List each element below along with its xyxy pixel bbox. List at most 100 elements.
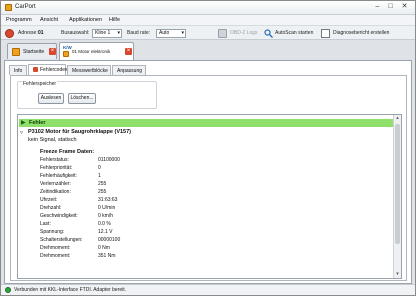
ff-value: 0 Nm bbox=[98, 245, 110, 251]
freeze-frame-row: Last: 0.0 % bbox=[40, 221, 180, 229]
tab-anpassung[interactable]: Anpassung bbox=[112, 65, 146, 75]
ff-key: Drehzahl: bbox=[40, 205, 62, 211]
ecu-icon bbox=[63, 51, 69, 57]
fehlerspeicher-label: Fehlerspeicher bbox=[22, 81, 58, 87]
ff-key: Uhrzeit: bbox=[40, 197, 58, 203]
menu-applikationen[interactable]: Applikationen bbox=[69, 17, 102, 23]
scroll-up-icon[interactable]: ▴ bbox=[394, 115, 401, 122]
main-content: Info Fehlercodes Messwertblöcke Anpassun… bbox=[4, 60, 412, 284]
menu-hilfe[interactable]: Hilfe bbox=[109, 17, 120, 23]
document-tabs: Startseite × K/W 01 Motor elektronik × bbox=[1, 41, 415, 60]
ff-value: 351 Nm bbox=[98, 253, 116, 259]
adresse-label: Adresse: bbox=[18, 30, 38, 36]
toolbar: Adresse: 01 Busauswahl: Kline 1 ▾ Baud r… bbox=[1, 25, 415, 40]
autoscan-button[interactable]: AutoScan starten bbox=[275, 30, 313, 36]
home-icon bbox=[12, 48, 20, 56]
auslesen-button[interactable]: Auslesen bbox=[38, 93, 64, 104]
ff-key: Geschwindigkeit: bbox=[40, 213, 78, 219]
ff-key: Fehlerhäufigkeit: bbox=[40, 173, 77, 179]
chevron-down-icon: ▾ bbox=[181, 30, 184, 36]
ff-value: 255 bbox=[98, 181, 107, 187]
tab-motor-elektronik[interactable]: K/W 01 Motor elektronik × bbox=[59, 42, 134, 60]
connection-ok-icon bbox=[5, 287, 11, 293]
tab-info[interactable]: Info bbox=[9, 65, 27, 75]
baudrate-value: Auto bbox=[159, 30, 170, 36]
scrollbar-thumb[interactable] bbox=[395, 124, 400, 244]
menu-ansicht[interactable]: Ansicht bbox=[40, 17, 58, 23]
freeze-frame-row: Fehlerhäufigkeit: 1 bbox=[40, 173, 180, 181]
ff-key: Verlernzähler: bbox=[40, 181, 71, 187]
menu-programm[interactable]: Programm bbox=[6, 17, 32, 23]
maximize-icon[interactable]: □ bbox=[386, 3, 395, 11]
ecu-code: K/W bbox=[63, 45, 72, 50]
ff-key: Schalterstellungen: bbox=[40, 237, 83, 243]
fault-header-label: Fehler bbox=[29, 120, 46, 126]
freeze-frame-row: Schalterstellungen: 00000100 bbox=[40, 237, 180, 245]
freeze-frame-row: Drehmoment: 0 Nm bbox=[40, 245, 180, 253]
tab-motor-label: 01 Motor elektronik bbox=[72, 49, 111, 54]
busauswahl-select[interactable]: Kline 1 ▾ bbox=[92, 29, 122, 38]
ff-value: 0 bbox=[98, 165, 101, 171]
close-tab-icon[interactable]: × bbox=[49, 48, 56, 55]
baudrate-label: Baud rate: bbox=[127, 30, 151, 36]
tab-messwertbloecke[interactable]: Messwertblöcke bbox=[67, 65, 111, 75]
scroll-down-icon[interactable]: ▾ bbox=[394, 271, 401, 278]
freeze-frame-row: Spannung: 12.1 V bbox=[40, 229, 180, 237]
adresse-value[interactable]: 01 bbox=[38, 30, 44, 36]
expand-arrow-icon[interactable]: ▶ bbox=[21, 119, 26, 127]
autoscan-icon bbox=[264, 29, 273, 38]
tab-fehlercodes[interactable]: Fehlercodes bbox=[28, 64, 68, 75]
diagnose-button[interactable]: Diagnosebericht erstellen bbox=[333, 30, 389, 36]
app-window: CarPort – □ ✕ Programm Ansicht Applikati… bbox=[0, 0, 416, 296]
ff-value: 12.1 V bbox=[98, 229, 113, 235]
fehlerspeicher-group: Fehlerspeicher Auslesen Löschen... bbox=[17, 81, 157, 109]
minimize-icon[interactable]: – bbox=[373, 3, 382, 11]
close-tab-icon[interactable]: × bbox=[125, 48, 132, 55]
obd-logs-button[interactable]: OBD-2 Logs bbox=[230, 30, 258, 36]
freeze-frame-row: Fehlerstatus: 01100000 bbox=[40, 157, 180, 165]
tab-fehlercodes-label: Fehlercodes bbox=[40, 67, 68, 73]
ff-value: 0 km/h bbox=[98, 213, 114, 219]
ff-value: 00000100 bbox=[98, 237, 121, 243]
ff-key: Drehmoment: bbox=[40, 253, 71, 259]
close-icon[interactable]: ✕ bbox=[400, 3, 409, 11]
freeze-frame-title: Freeze Frame Daten: bbox=[40, 149, 95, 155]
fault-code: P3102 Motor für Saugrohrklappe (V157) bbox=[28, 129, 131, 135]
carport-app-icon bbox=[5, 4, 12, 11]
fault-icon bbox=[33, 67, 38, 72]
fault-section-header[interactable]: ▶ Fehler bbox=[19, 119, 394, 127]
chevron-down-icon: ▾ bbox=[117, 30, 120, 36]
ff-value: 31:63:63 bbox=[98, 197, 118, 203]
ff-value: 0 U/min bbox=[98, 205, 116, 211]
freeze-frame-row: Uhrzeit: 31:63:63 bbox=[40, 197, 180, 205]
fault-list: ▶ Fehler ▿ P3102 Motor für Saugrohrklapp… bbox=[17, 114, 402, 279]
status-text: Verbunden mit KKL-Interface FTDI. Adapte… bbox=[14, 287, 127, 293]
ff-key: Zeitindikation: bbox=[40, 189, 71, 195]
busauswahl-label: Busauswahl: bbox=[61, 30, 90, 36]
obd-logs-icon bbox=[218, 29, 227, 38]
report-icon bbox=[321, 29, 330, 38]
freeze-frame-row: Drehmoment: 351 Nm bbox=[40, 253, 180, 261]
ff-key: Spannung: bbox=[40, 229, 65, 235]
menu-bar: Programm Ansicht Applikationen Hilfe bbox=[1, 15, 415, 25]
vertical-scrollbar[interactable]: ▴ ▾ bbox=[393, 115, 401, 278]
window-title: CarPort bbox=[15, 4, 36, 10]
collapse-arrow-icon[interactable]: ▿ bbox=[20, 129, 23, 136]
loeschen-button[interactable]: Löschen... bbox=[68, 93, 96, 104]
ff-key: Drehmoment: bbox=[40, 245, 71, 251]
freeze-frame-row: Fehlerpriorität: 0 bbox=[40, 165, 180, 173]
ff-value: 255 bbox=[98, 189, 107, 195]
tab-startseite-label: Startseite bbox=[23, 49, 45, 55]
freeze-frame-row: Verlernzähler: 255 bbox=[40, 181, 180, 189]
busauswahl-value: Kline 1 bbox=[95, 30, 111, 36]
fehlercodes-panel: Fehlerspeicher Auslesen Löschen... ▶ Feh… bbox=[10, 75, 407, 281]
ff-key: Fehlerpriorität: bbox=[40, 165, 73, 171]
disconnect-icon[interactable] bbox=[5, 29, 14, 38]
ff-value: 0.0 % bbox=[98, 221, 111, 227]
fault-status: kein Signal, statisch bbox=[28, 137, 77, 143]
tab-startseite[interactable]: Startseite × bbox=[7, 43, 57, 59]
ff-value: 1 bbox=[98, 173, 101, 179]
baudrate-select[interactable]: Auto ▾ bbox=[156, 29, 186, 38]
ff-value: 01100000 bbox=[98, 157, 120, 163]
status-bar: Verbunden mit KKL-Interface FTDI. Adapte… bbox=[1, 284, 415, 295]
